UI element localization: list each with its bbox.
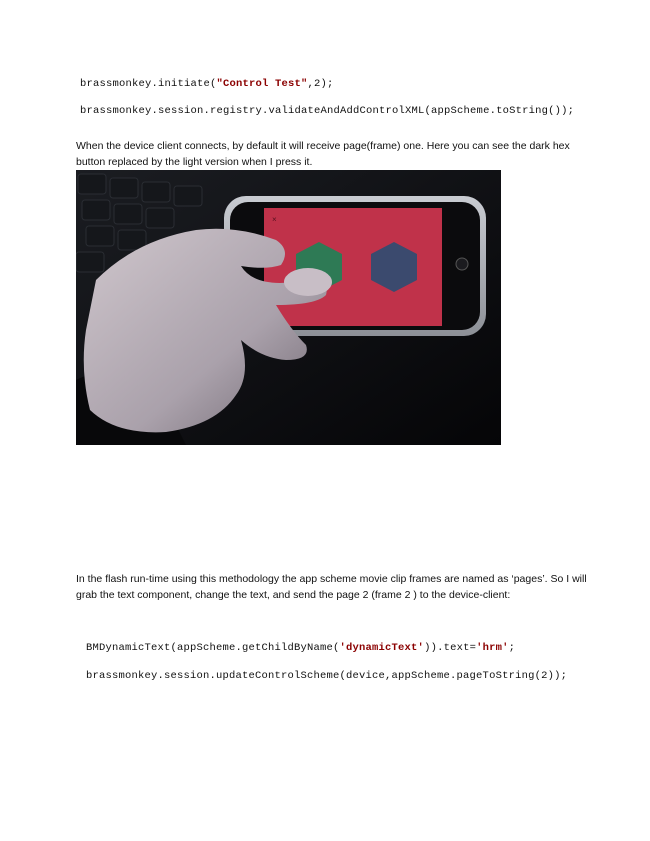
code-initiate-post: ,2); (307, 78, 334, 90)
code-update-scheme: brassmonkey.session.updateControlScheme(… (86, 670, 568, 682)
code-dynamic-text-post: ; (508, 642, 516, 654)
code-dynamic-text-string-2: 'hrm' (476, 642, 509, 654)
paragraph-device-connect: When the device client connects, by defa… (76, 140, 570, 168)
code-validate: brassmonkey.session.registry.validateAnd… (80, 105, 575, 117)
code-dynamic-text-mid: )).text= (424, 642, 477, 654)
code-initiate-string: "Control Test" (216, 78, 308, 90)
code-initiate: brassmonkey.initiate("Control Test",2); (80, 78, 334, 90)
device-photo: × (76, 170, 501, 445)
code-initiate-pre: brassmonkey.initiate( (80, 78, 217, 90)
device-photo-illustration: × (76, 170, 501, 445)
svg-text:×: × (272, 215, 277, 224)
paragraph-flash-runtime: In the flash run-time using this methodo… (76, 573, 587, 601)
code-dynamic-text: BMDynamicText(appScheme.getChildByName('… (86, 642, 515, 654)
code-dynamic-text-pre: BMDynamicText(appScheme.getChildByName( (86, 642, 340, 654)
code-dynamic-text-string-1: 'dynamicText' (339, 642, 425, 654)
